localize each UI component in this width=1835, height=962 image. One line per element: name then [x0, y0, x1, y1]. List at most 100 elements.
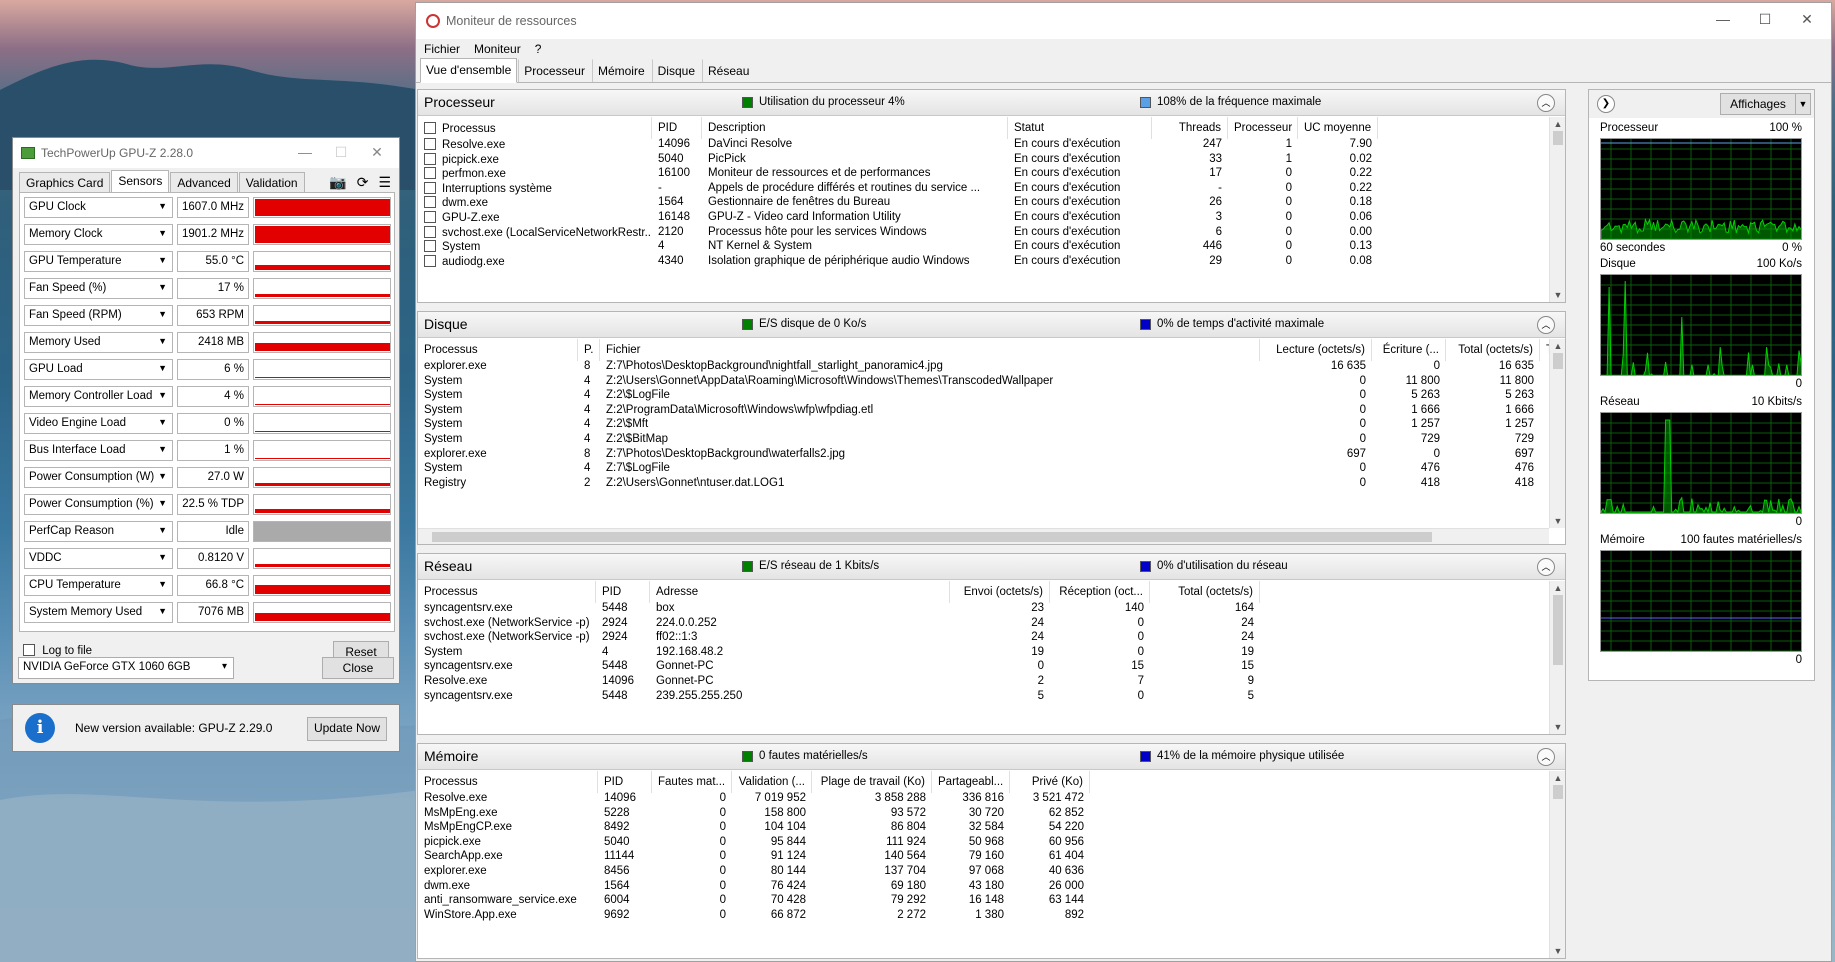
collapse-icon[interactable]: ︿	[1537, 558, 1555, 576]
scroll-down-icon[interactable]: ▼	[1550, 722, 1565, 732]
camera-icon[interactable]: 📷	[329, 174, 346, 191]
scroll-thumb[interactable]	[1553, 785, 1563, 799]
sensor-name-select[interactable]: GPU Clock ▼	[24, 197, 173, 218]
minimize-icon[interactable]: —	[291, 144, 319, 160]
scroll-up-icon[interactable]: ▲	[1550, 119, 1565, 129]
collapse-icon[interactable]: ︿	[1537, 94, 1555, 112]
sensor-name: Memory Controller Load	[29, 390, 153, 402]
table-row[interactable]: audiodg.exe	[418, 253, 652, 270]
sensor-graph-fill	[255, 377, 390, 378]
network-scrollbar[interactable]: ▲ ▼	[1549, 581, 1565, 734]
sensor-graph	[253, 467, 391, 488]
update-now-button[interactable]: Update Now	[307, 717, 387, 741]
hscroll-thumb[interactable]	[432, 532, 1432, 542]
tab-validation[interactable]: Validation	[238, 172, 305, 192]
close-button[interactable]: Close	[322, 657, 394, 679]
sensor-name-select[interactable]: Video Engine Load ▼	[24, 413, 173, 434]
scroll-thumb[interactable]	[1553, 595, 1563, 665]
sensor-name-select[interactable]: Bus Interface Load ▼	[24, 440, 173, 461]
sensor-name-select[interactable]: Memory Used ▼	[24, 332, 173, 353]
scroll-thumb[interactable]	[1553, 353, 1563, 369]
select-all-checkbox[interactable]	[424, 122, 436, 134]
row-checkbox[interactable]	[424, 167, 436, 180]
tab-advanced[interactable]: Advanced	[170, 172, 238, 192]
table-row[interactable]: WinStore.App.exe	[418, 907, 598, 924]
sensor-graph-fill	[255, 483, 390, 486]
sensor-name-select[interactable]: VDDC ▼	[24, 548, 173, 569]
gpu-select[interactable]: NVIDIA GeForce GTX 1060 6GB ▾	[18, 657, 234, 679]
scroll-up-icon[interactable]: ▲	[1550, 341, 1565, 351]
scroll-down-icon[interactable]: ▼	[1550, 946, 1565, 956]
scroll-thumb[interactable]	[1553, 131, 1563, 145]
table-row[interactable]: syncagentsrv.exe	[418, 688, 596, 705]
sensor-name-select[interactable]: Memory Controller Load ▼	[24, 386, 173, 407]
sensor-graph-fill	[255, 199, 390, 216]
cpu-scrollbar[interactable]: ▲ ▼	[1549, 117, 1565, 302]
scroll-up-icon[interactable]: ▲	[1550, 583, 1565, 593]
scroll-up-icon[interactable]: ▲	[1550, 773, 1565, 783]
tab-network[interactable]: Réseau	[702, 59, 755, 82]
cpu-graph-min: 0 %	[1782, 242, 1802, 254]
tab-cpu[interactable]: Processeur	[518, 59, 591, 82]
dropdown-arrow-icon: ▼	[158, 336, 167, 346]
row-checkbox[interactable]	[424, 196, 436, 209]
sensor-name-select[interactable]: Power Consumption (%) ▼	[24, 494, 173, 515]
tab-graphics-card[interactable]: Graphics Card	[19, 172, 111, 192]
menu-icon[interactable]: ☰	[378, 174, 391, 191]
cpu-section-header[interactable]: Processeur Utilisation du processeur 4% …	[418, 90, 1565, 116]
row-checkbox[interactable]	[424, 240, 436, 253]
log-to-file-checkbox[interactable]	[23, 644, 35, 656]
tab-sensors[interactable]: Sensors	[111, 170, 170, 192]
menu-monitor[interactable]: Moniteur	[474, 42, 521, 56]
sensor-value: 6 %	[177, 359, 249, 380]
sensor-name-select[interactable]: CPU Temperature ▼	[24, 575, 173, 596]
sensor-name-select[interactable]: Fan Speed (%) ▼	[24, 278, 173, 299]
minimize-icon[interactable]: —	[1703, 11, 1743, 27]
disk-hscrollbar[interactable]	[418, 528, 1549, 544]
menu-file[interactable]: Fichier	[424, 42, 460, 56]
sensor-name-select[interactable]: Fan Speed (RPM) ▼	[24, 305, 173, 326]
maximize-icon[interactable]: ☐	[1745, 11, 1785, 28]
dropdown-arrow-icon: ▼	[158, 606, 167, 616]
row-checkbox[interactable]	[424, 211, 436, 223]
row-checkbox[interactable]	[424, 254, 436, 267]
resource-monitor-window: Moniteur de ressources — ☐ ✕ Fichier Mon…	[415, 2, 1832, 962]
views-dropdown-icon[interactable]: ▼	[1795, 93, 1811, 115]
tab-memory[interactable]: Mémoire	[591, 59, 651, 82]
menu-help[interactable]: ?	[535, 42, 542, 56]
row-checkbox[interactable]	[424, 181, 436, 194]
refresh-icon[interactable]: ⟳	[357, 174, 369, 191]
sensor-name-select[interactable]: PerfCap Reason ▼	[24, 521, 173, 542]
close-icon[interactable]: ✕	[363, 144, 391, 161]
expand-icon[interactable]: ❯	[1597, 95, 1615, 113]
sensor-name-select[interactable]: GPU Load ▼	[24, 359, 173, 380]
collapse-icon[interactable]: ︿	[1537, 748, 1555, 766]
disk-section-header[interactable]: Disque E/S disque de 0 Ko/s 0% de temps …	[418, 312, 1565, 338]
tab-disk[interactable]: Disque	[651, 59, 701, 82]
views-button[interactable]: Affichages	[1720, 93, 1796, 115]
table-row[interactable]: Registry	[418, 475, 578, 492]
close-icon[interactable]: ✕	[1787, 11, 1827, 28]
sensor-name-select[interactable]: Power Consumption (W) ▼	[24, 467, 173, 488]
row-checkbox[interactable]	[424, 152, 436, 165]
network-usage-text: 0% d'utilisation du réseau	[1157, 560, 1288, 572]
memory-section-header[interactable]: Mémoire 0 fautes matérielles/s 41% de la…	[418, 744, 1565, 770]
sensor-name-select[interactable]: GPU Temperature ▼	[24, 251, 173, 272]
table-cell: GPU-Z.exe	[442, 212, 500, 224]
tab-overview[interactable]: Vue d'ensemble	[420, 58, 518, 83]
dropdown-arrow-icon: ▼	[158, 444, 167, 454]
sensor-name-select[interactable]: System Memory Used ▼	[24, 602, 173, 623]
sensor-value: 55.0 °C	[177, 251, 249, 272]
row-checkbox[interactable]	[424, 138, 436, 150]
scroll-down-icon[interactable]: ▼	[1550, 290, 1565, 300]
scroll-down-icon[interactable]: ▼	[1550, 516, 1565, 526]
gpuz-titlebar: TechPowerUp GPU-Z 2.28.0 — ☐ ✕	[13, 138, 399, 168]
collapse-icon[interactable]: ︿	[1537, 316, 1555, 334]
sensor-graph-fill	[255, 585, 390, 594]
sensor-name-select[interactable]: Memory Clock ▼	[24, 224, 173, 245]
sensor-graph	[253, 413, 391, 434]
disk-scrollbar[interactable]: ▲ ▼	[1549, 339, 1565, 528]
row-checkbox[interactable]	[424, 225, 436, 238]
memory-scrollbar[interactable]: ▲ ▼	[1549, 771, 1565, 958]
network-section-header[interactable]: Réseau E/S réseau de 1 Kbits/s 0% d'util…	[418, 554, 1565, 580]
